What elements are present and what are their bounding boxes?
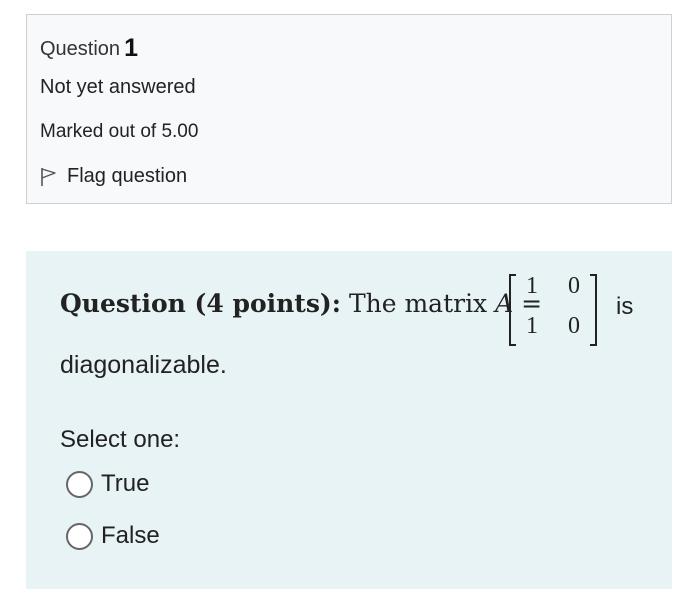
option-true[interactable]: True [66,470,149,498]
matrix-cell-2-2: 0 [568,313,580,339]
question-number: Question 1 [40,33,138,62]
question-text-continued: diagonalizable. [60,351,227,379]
matrix-cell-2-1: 1 [526,313,538,339]
option-false-label[interactable]: False [101,522,160,550]
question-label: Question [40,38,121,60]
question-content: Question (4 points): The matrix A = 1 0 … [26,251,672,589]
option-false[interactable]: False [66,522,160,550]
answer-prompt: Select one: [60,426,181,453]
question-state: Not yet answered [40,76,196,98]
radio-false[interactable] [66,522,93,550]
question-number-value: 1 [124,34,138,62]
top-strip [0,0,700,14]
question-grade: Marked out of 5.00 [40,121,199,142]
matrix-cell-1-1: 1 [526,273,538,299]
matrix-brackets [509,274,597,346]
matrix-cell-1-2: 0 [568,273,580,299]
flag-outline-icon [41,167,56,186]
flag-question-link[interactable]: Flag question [40,165,187,188]
flag-question-label: Flag question [67,165,188,187]
option-true-label[interactable]: True [101,470,149,498]
question-text-after: is [616,293,634,320]
question-info-panel: Question 1 Not yet answered Marked out of… [26,14,672,204]
matrix: 1 0 1 0 [508,273,598,347]
question-text: Question (4 points): The matrix A = [60,289,542,318]
question-text-before: The matrix [348,289,488,318]
question-heading: Question (4 points): [60,289,341,318]
radio-true[interactable] [66,470,93,498]
